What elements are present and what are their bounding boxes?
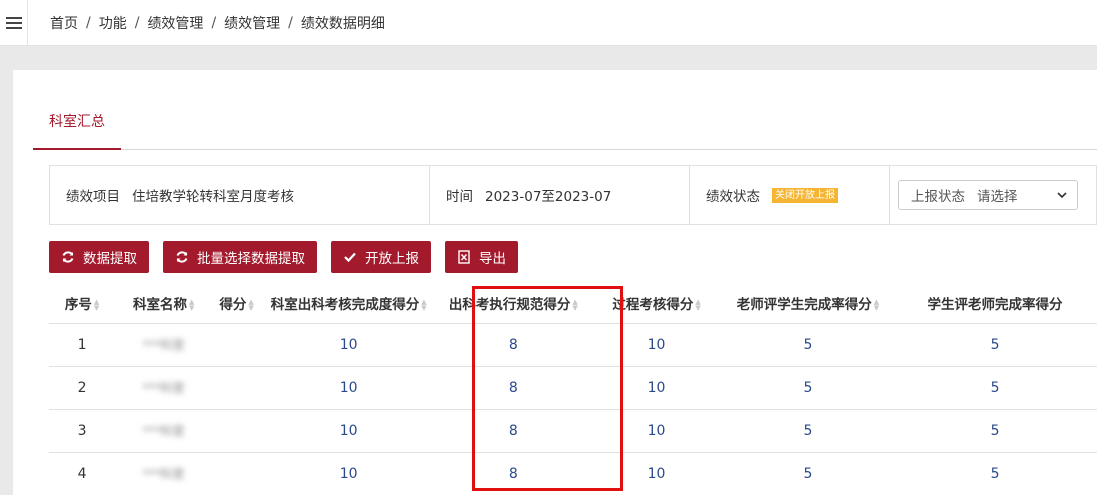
- breadcrumb-separator: /: [86, 14, 91, 31]
- toolbar: 数据提取 批量选择数据提取 开放上报 导出: [49, 241, 518, 273]
- breadcrumb: 首页 / 功能 / 绩效管理 / 绩效管理 / 绩效数据明细: [50, 13, 385, 33]
- col-header-teacher-eval-score[interactable]: 老师评学生完成率得分 ▲ ▼: [722, 283, 894, 324]
- col-header-department[interactable]: 科室名称 ▲ ▼: [115, 283, 213, 324]
- breadcrumb-separator: /: [134, 14, 140, 31]
- cell-department: ***科室: [115, 452, 213, 495]
- filter-bar: 绩效项目 住培教学轮转科室月度考核 时间 2023-07至2023-07 绩效状…: [49, 165, 1097, 225]
- filter-report-status: 上报状态 请选择: [890, 166, 1096, 224]
- export-button[interactable]: 导出: [445, 241, 518, 273]
- cell-exam-standard-score[interactable]: 8: [436, 366, 591, 410]
- cell-teacher-eval-score[interactable]: 5: [722, 452, 894, 495]
- chevron-down-icon: [1057, 192, 1067, 199]
- filter-project: 绩效项目 住培教学轮转科室月度考核: [50, 166, 430, 224]
- cell-completion-score[interactable]: 10: [261, 323, 437, 367]
- sort-icon[interactable]: ▲ ▼: [189, 298, 194, 311]
- table-header-row: 序号 ▲ ▼ 科室名称 ▲ ▼ 得分 ▲ ▼ 科室出科考核完成度得分 ▲ ▼ 出科考执行规范得分…: [49, 283, 1097, 324]
- col-header-exam-standard-score[interactable]: 出科考执行规范得分 ▲ ▼: [436, 283, 591, 324]
- project-value: 住培教学轮转科室月度考核: [132, 189, 294, 205]
- cell-score: [212, 323, 262, 367]
- col-header-process-score[interactable]: 过程考核得分 ▲ ▼: [590, 283, 723, 324]
- cell-exam-standard-score[interactable]: 8: [436, 409, 591, 453]
- cell-completion-score[interactable]: 10: [261, 452, 437, 495]
- cell-process-score[interactable]: 10: [590, 409, 723, 453]
- excel-file-icon: [458, 250, 470, 264]
- table-row: 3 ***科室 10 8 10 5 5: [49, 409, 1097, 453]
- col-header-score[interactable]: 得分 ▲ ▼: [212, 283, 262, 324]
- cell-score: [212, 409, 262, 453]
- time-value: 2023-07至2023-07: [485, 189, 612, 205]
- filter-status: 绩效状态 关闭开放上报: [690, 166, 890, 224]
- cell-student-eval-score[interactable]: 5: [893, 323, 1097, 367]
- breadcrumb-item-function[interactable]: 功能: [99, 13, 127, 33]
- cell-process-score[interactable]: 10: [590, 452, 723, 495]
- batch-extract-button[interactable]: 批量选择数据提取: [163, 241, 317, 273]
- cell-department: ***科室: [115, 323, 213, 367]
- cell-score: [212, 366, 262, 410]
- cell-exam-standard-score[interactable]: 8: [436, 452, 591, 495]
- sort-icon[interactable]: ▲ ▼: [248, 298, 253, 311]
- table-row: 1 ***科室 10 8 10 5 5: [49, 323, 1097, 367]
- batch-extract-button-label: 批量选择数据提取: [197, 251, 305, 267]
- cell-index: 2: [49, 366, 116, 410]
- breadcrumb-item-home[interactable]: 首页: [50, 13, 78, 33]
- table-row: 4 ***科室 10 8 10 5 5: [49, 452, 1097, 495]
- refresh-icon: [176, 251, 188, 263]
- report-status-label: 上报状态: [911, 189, 965, 205]
- performance-table: 序号 ▲ ▼ 科室名称 ▲ ▼ 得分 ▲ ▼ 科室出科考核完成度得分 ▲ ▼ 出科考执行规范得分…: [49, 283, 1097, 495]
- breadcrumb-item-performance[interactable]: 绩效管理: [147, 13, 203, 33]
- status-badge: 关闭开放上报: [772, 187, 838, 203]
- project-label: 绩效项目: [66, 189, 120, 205]
- breadcrumb-separator: /: [288, 14, 293, 31]
- cell-index: 4: [49, 452, 116, 495]
- cell-score: [212, 452, 262, 495]
- time-label: 时间: [446, 189, 473, 205]
- breadcrumb-separator: /: [211, 14, 217, 31]
- cell-student-eval-score[interactable]: 5: [893, 366, 1097, 410]
- extract-button-label: 数据提取: [83, 251, 137, 267]
- report-status-value: 请选择: [977, 189, 1018, 205]
- cell-index: 3: [49, 409, 116, 453]
- cell-process-score[interactable]: 10: [590, 366, 723, 410]
- tab-department-summary[interactable]: 科室汇总: [33, 103, 121, 150]
- cell-teacher-eval-score[interactable]: 5: [722, 323, 894, 367]
- col-header-student-eval-score[interactable]: 学生评老师完成率得分: [893, 283, 1097, 324]
- export-button-label: 导出: [479, 251, 506, 267]
- check-icon: [344, 252, 356, 263]
- tab-bar: 科室汇总: [33, 103, 1097, 150]
- cell-teacher-eval-score[interactable]: 5: [722, 409, 894, 453]
- col-header-completion-score[interactable]: 科室出科考核完成度得分 ▲ ▼: [261, 283, 437, 324]
- status-label: 绩效状态: [706, 189, 760, 205]
- col-header-index[interactable]: 序号 ▲ ▼: [49, 283, 116, 324]
- cell-exam-standard-score[interactable]: 8: [436, 323, 591, 367]
- extract-button[interactable]: 数据提取: [49, 241, 149, 273]
- open-report-button-label: 开放上报: [365, 251, 419, 267]
- cell-department: ***科室: [115, 409, 213, 453]
- cell-index: 1: [49, 323, 116, 367]
- sort-icon[interactable]: ▲ ▼: [695, 298, 700, 311]
- sort-icon[interactable]: ▲ ▼: [572, 298, 577, 311]
- breadcrumb-item-current: 绩效数据明细: [300, 15, 385, 32]
- sort-icon[interactable]: ▲ ▼: [874, 298, 879, 311]
- refresh-icon: [62, 251, 74, 263]
- table-row: 2 ***科室 10 8 10 5 5: [49, 366, 1097, 410]
- cell-student-eval-score[interactable]: 5: [893, 409, 1097, 453]
- report-status-select[interactable]: 上报状态 请选择: [898, 180, 1078, 210]
- cell-process-score[interactable]: 10: [590, 323, 723, 367]
- menu-icon[interactable]: [0, 0, 28, 46]
- sort-icon[interactable]: ▲ ▼: [94, 298, 99, 311]
- cell-department: ***科室: [115, 366, 213, 410]
- cell-student-eval-score[interactable]: 5: [893, 452, 1097, 495]
- cell-completion-score[interactable]: 10: [261, 366, 437, 410]
- cell-completion-score[interactable]: 10: [261, 409, 437, 453]
- sort-icon[interactable]: ▲ ▼: [421, 298, 426, 311]
- top-bar: 首页 / 功能 / 绩效管理 / 绩效管理 / 绩效数据明细: [0, 0, 1097, 46]
- cell-teacher-eval-score[interactable]: 5: [722, 366, 894, 410]
- open-report-button[interactable]: 开放上报: [331, 241, 431, 273]
- filter-time: 时间 2023-07至2023-07: [430, 166, 690, 224]
- breadcrumb-item-performance-manage[interactable]: 绩效管理: [224, 13, 280, 33]
